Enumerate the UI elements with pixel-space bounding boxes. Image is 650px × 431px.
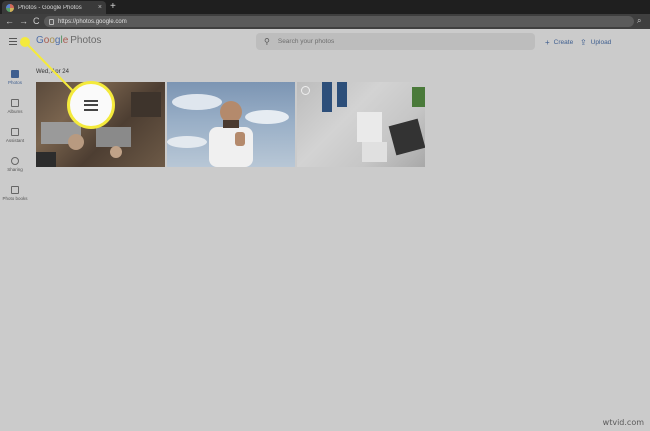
sidebar-item-sharing[interactable]: Sharing [0, 157, 30, 172]
photo-thumbnail[interactable] [167, 82, 295, 167]
url-text: https://photos.google.com [58, 18, 127, 25]
sidebar-item-label: Sharing [7, 167, 23, 172]
tab-title: Photos - Google Photos [18, 4, 82, 11]
sidebar-item-label: Photo books [2, 196, 28, 201]
create-button[interactable]: + Create [545, 38, 573, 47]
albums-icon [11, 99, 19, 107]
select-check-icon[interactable] [301, 86, 310, 95]
browser-toolbar: ← → C https://photos.google.com ⌕ [0, 14, 650, 29]
google-photos-favicon-icon [6, 3, 14, 12]
logo-product: Photos [70, 35, 102, 46]
back-arrow-icon[interactable]: ← [5, 15, 14, 28]
google-photos-logo[interactable]: Google Photos [36, 35, 101, 46]
address-bar[interactable]: https://photos.google.com [44, 16, 634, 27]
photo-icon [11, 70, 19, 78]
upload-label: Upload [590, 39, 612, 46]
sidebar-item-label: Assistant [5, 138, 25, 143]
date-heading: Wed, Apr 24 [36, 69, 69, 75]
create-label: Create [553, 39, 574, 46]
sharing-icon [11, 157, 19, 165]
highlight-dot [20, 37, 30, 47]
logo-word: Google [36, 35, 69, 46]
photo-desk-top-view [322, 82, 425, 162]
sidebar-item-label: Albums [7, 109, 23, 114]
hamburger-menu-icon [84, 99, 98, 111]
forward-arrow-icon[interactable]: → [19, 15, 28, 28]
main-menu-button[interactable] [9, 38, 17, 45]
sidebar-item-label: Photos [7, 80, 22, 85]
sidebar-item-photos[interactable]: Photos [0, 70, 30, 85]
photo-thumbnail[interactable] [297, 82, 425, 167]
search-input[interactable]: Search your photos [278, 38, 334, 45]
photo-book-icon [11, 186, 19, 194]
browser-tab[interactable]: Photos - Google Photos × [2, 1, 106, 14]
watermark: wtvid.com [602, 418, 644, 427]
assistant-icon [11, 128, 19, 136]
callout-connector [24, 41, 75, 93]
upload-button[interactable]: ⇪ Upload [580, 38, 611, 47]
browser-tab-strip: Photos - Google Photos × + [0, 0, 650, 14]
upload-icon: ⇪ [580, 38, 587, 47]
sidebar-item-photo-books[interactable]: Photo books [0, 186, 30, 201]
plus-icon: + [545, 38, 550, 47]
lock-icon [49, 18, 54, 25]
search-bar[interactable]: ⚲ Search your photos [256, 33, 535, 50]
zoom-magnifier-icon[interactable]: ⌕ [637, 16, 641, 26]
tab-close-icon[interactable]: × [98, 4, 102, 11]
menu-magnified-callout [67, 81, 115, 129]
app-header: Google Photos ⚲ Search your photos + Crea… [0, 29, 650, 56]
new-tab-button[interactable]: + [110, 1, 116, 13]
sidebar-item-albums[interactable]: Albums [0, 99, 30, 114]
reload-icon[interactable]: C [33, 15, 40, 28]
photo-man-thumbs-up [167, 94, 289, 167]
search-icon: ⚲ [264, 37, 270, 46]
sidebar-item-assistant[interactable]: Assistant [0, 128, 30, 143]
